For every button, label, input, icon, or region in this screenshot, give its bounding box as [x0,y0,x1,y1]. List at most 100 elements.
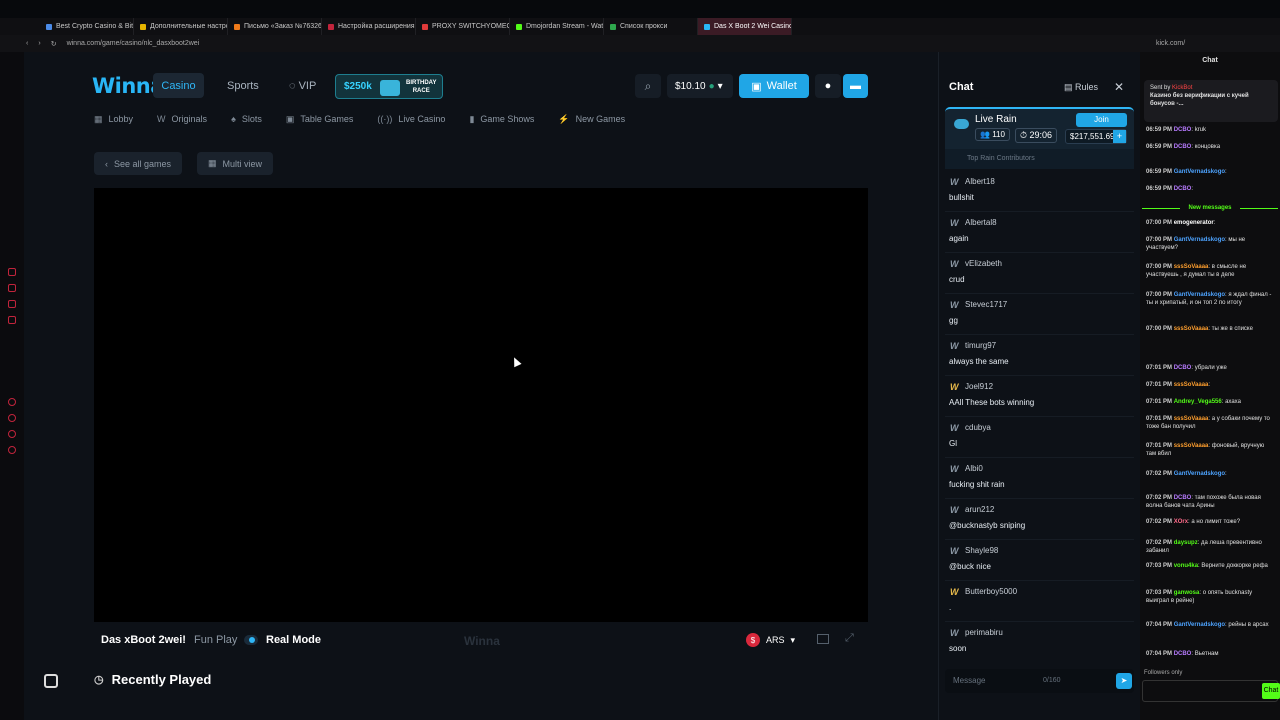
nav-vip[interactable]: ◌ VIP [289,80,316,92]
sidebar-app-icon[interactable] [8,284,16,292]
subnav-item[interactable]: ▮ Game Shows [469,112,534,126]
top-rain-contributors[interactable]: Top Rain Contributors [945,149,1134,169]
wallet-button[interactable]: ▣ Wallet [739,74,809,98]
sidebar-app-icon[interactable] [8,268,16,276]
subnav-item[interactable]: ▣ Table Games [286,112,354,126]
see-all-games-button[interactable]: ‹ See all games [94,152,183,175]
chat-toggle-button[interactable]: ▬ [843,74,868,98]
kick-username[interactable]: daysupz [1174,540,1198,546]
balance-selector[interactable]: $10.10 ● ▾ [667,74,733,98]
kick-username[interactable]: DCBO [1174,495,1192,501]
url-text-kick[interactable]: kick.com/ [1156,40,1185,47]
new-messages-divider[interactable]: New messages [1142,204,1278,212]
chat-username[interactable]: Butterboy5000 [965,587,1017,596]
kick-time: 06:59 PM [1146,144,1173,150]
search-button[interactable]: ⌕ [635,74,661,98]
chat-username[interactable]: timurg97 [965,341,996,350]
kick-username[interactable]: sssSoVaaaa [1174,382,1209,388]
chat-username[interactable]: arun212 [965,505,994,514]
forward-icon[interactable]: › [38,40,40,47]
chat-username[interactable]: Albertal8 [965,218,997,227]
kick-username[interactable]: sssSoVaaaa [1174,443,1209,449]
chat-username[interactable]: Joel912 [965,382,993,391]
kick-username[interactable]: GantVernadskogo [1174,292,1225,298]
close-icon[interactable]: ✕ [1114,80,1124,94]
subnav-item[interactable]: ♠ Slots [231,112,262,126]
kick-username[interactable]: GantVernadskogo [1174,471,1225,477]
nav-sports[interactable]: Sports [227,80,259,92]
chat-username[interactable]: perimabiru [965,628,1003,637]
subnav-item[interactable]: W Originals [157,112,207,126]
sidebar-app-icon[interactable] [8,414,16,422]
kick-username[interactable]: sssSoVaaaa [1174,326,1209,332]
chat-username[interactable]: Stevec1717 [965,300,1007,309]
kick-chat-input[interactable] [1142,680,1278,702]
plus-icon[interactable]: + [1113,130,1126,143]
currency-selector[interactable]: $ ARS ▾ [746,633,795,647]
kick-username[interactable]: GantVernadskogo [1174,169,1225,175]
reload-icon[interactable]: ↻ [51,40,57,48]
recently-played-heading: ◷ Recently Played [94,672,211,687]
subnav-item[interactable]: ⚡ New Games [558,112,625,126]
sidebar-app-icon[interactable] [8,430,16,438]
chat-username[interactable]: Albi0 [965,464,983,473]
chat-username[interactable]: Shayle98 [965,546,998,555]
kick-username[interactable]: emogenerator [1174,220,1214,226]
address-bar-secondary[interactable]: kick.com/ [1140,35,1280,52]
game-frame[interactable] [94,188,868,622]
browser-tab[interactable]: PROXY SWITCHYOMEGA [416,18,510,35]
subnav-item[interactable]: ((·)) Live Casino [377,112,445,126]
kick-username[interactable]: XOrx [1174,519,1188,525]
rank-badge-icon: W [950,177,959,187]
browser-tab[interactable]: Dmojordan Stream - Watc [510,18,604,35]
browser-tab[interactable]: Письмо «Заказ №76326» [228,18,322,35]
kick-username[interactable]: Andrey_Vega556 [1174,399,1222,405]
kick-username[interactable]: sssSoVaaaa [1174,264,1209,270]
sidebar-app-icon[interactable] [8,316,16,324]
nav-casino[interactable]: Casino [153,73,204,98]
url-text[interactable]: winna.com/game/casino/nlc_dasxboot2wei [67,40,200,47]
subnav-item[interactable]: ▦ Lobby [94,112,133,126]
kick-chat-line: 07:02 PM daysupz: да леша превентивно за… [1146,540,1262,554]
browser-tab[interactable]: Дополнительные настро [134,18,228,35]
mode-toggle[interactable] [244,635,258,645]
chat-username[interactable]: cdubya [965,423,991,432]
kick-username[interactable]: GantVernadskogo [1174,237,1225,243]
fullscreen-icon[interactable]: ⤢ [845,632,854,645]
kick-chat-line: 07:01 PM sssSoVaaaa: [1146,382,1211,388]
rules-button[interactable]: ▤ Rules [1064,82,1098,93]
kick-username[interactable]: ganwosa [1174,590,1200,596]
theater-mode-icon[interactable] [817,634,829,644]
kick-username[interactable]: DCBO [1174,365,1192,371]
sidebar-app-icon[interactable] [8,300,16,308]
pinned-message[interactable]: Sent by KickBot Казино без верификации с… [1144,80,1278,122]
kick-username[interactable]: GantVernadskogo [1174,622,1225,628]
multi-view-button[interactable]: ▦ Multi view [197,152,274,175]
kick-username[interactable]: DCBO [1174,186,1192,192]
kick-username[interactable]: DCBO [1174,127,1192,133]
address-bar[interactable]: ‹ › ↻ winna.com/game/casino/nlc_dasxboot… [0,35,1140,52]
support-chat-icon[interactable] [44,674,58,688]
kick-time: 07:01 PM [1146,382,1173,388]
kick-username[interactable]: sssSoVaaaa [1174,416,1209,422]
kick-username[interactable]: DCBO [1174,651,1192,657]
browser-tab[interactable]: Das X Boot 2 Wei Casino [698,18,792,35]
chat-messages: W Albert18 bullshit W Albertal8 again WvElizab… [945,171,1134,656]
browser-tab[interactable]: Настройка расширения [322,18,416,35]
chat-username[interactable]: Albert18 [965,177,995,186]
kick-username[interactable]: vonu4ka [1174,563,1198,569]
chat-username[interactable]: vElizabeth [965,259,1002,268]
browser-tab[interactable]: Список прокси [604,18,698,35]
chat-input[interactable]: Message 0/160 ➤ [945,669,1134,693]
send-icon[interactable]: ➤ [1116,673,1132,689]
birthday-race-banner[interactable]: $250k BIRTHDAY RACE [335,74,443,99]
sidebar-app-icon[interactable] [8,446,16,454]
back-icon[interactable]: ‹ [26,40,28,47]
rank-badge-icon: W [950,546,959,556]
rain-join-button[interactable]: Join [1076,113,1127,127]
kick-username[interactable]: DCBO [1174,144,1192,150]
user-button[interactable]: ● [815,74,841,98]
kick-chat-button[interactable]: Chat [1262,683,1280,699]
browser-tab[interactable]: Best Crypto Casino & Bitco [40,18,134,35]
sidebar-app-icon[interactable] [8,398,16,406]
